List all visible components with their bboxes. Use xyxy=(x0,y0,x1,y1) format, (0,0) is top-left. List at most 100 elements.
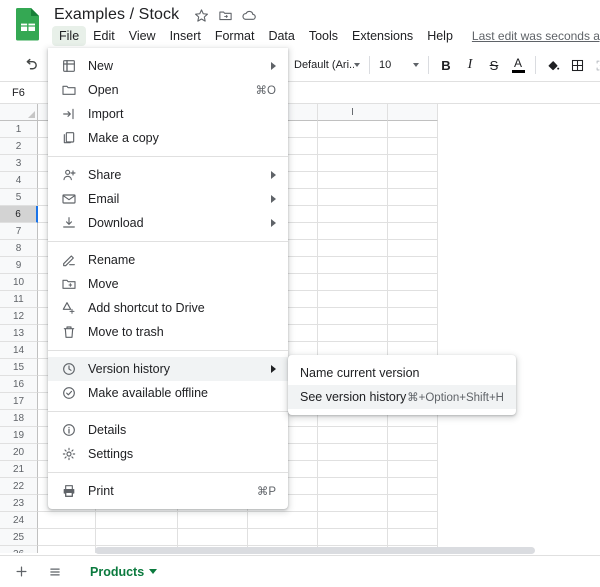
file-menu-item-add-shortcut-to-drive[interactable]: Add shortcut to Drive xyxy=(48,296,288,320)
menu-edit[interactable]: Edit xyxy=(86,26,122,46)
sheet-tab-products[interactable]: Products xyxy=(80,559,168,584)
font-size-select[interactable]: 10 xyxy=(375,53,423,77)
menu-data[interactable]: Data xyxy=(261,26,301,46)
horizontal-scrollbar-thumb[interactable] xyxy=(95,547,535,554)
file-menu-item-new[interactable]: New xyxy=(48,54,288,78)
cell[interactable] xyxy=(388,240,438,257)
cell[interactable] xyxy=(388,223,438,240)
cell[interactable] xyxy=(96,512,178,529)
font-family-select[interactable]: Default (Ari... xyxy=(290,53,364,77)
row-header-2[interactable]: 2 xyxy=(0,138,38,155)
column-header-x5[interactable] xyxy=(388,104,438,121)
row-header-25[interactable]: 25 xyxy=(0,529,38,546)
cell[interactable] xyxy=(388,291,438,308)
row-header-14[interactable]: 14 xyxy=(0,342,38,359)
row-header-6[interactable]: 6 xyxy=(0,206,38,223)
cell[interactable] xyxy=(388,189,438,206)
cell[interactable] xyxy=(388,206,438,223)
row-header-16[interactable]: 16 xyxy=(0,376,38,393)
cell[interactable] xyxy=(318,257,388,274)
row-header-13[interactable]: 13 xyxy=(0,325,38,342)
row-header-22[interactable]: 22 xyxy=(0,478,38,495)
row-header-9[interactable]: 9 xyxy=(0,257,38,274)
menu-tools[interactable]: Tools xyxy=(302,26,345,46)
row-header-15[interactable]: 15 xyxy=(0,359,38,376)
row-header-4[interactable]: 4 xyxy=(0,172,38,189)
cell[interactable] xyxy=(318,274,388,291)
file-menu-item-version-history[interactable]: Version history xyxy=(48,357,288,381)
row-header-23[interactable]: 23 xyxy=(0,495,38,512)
cell[interactable] xyxy=(248,529,318,546)
row-header-20[interactable]: 20 xyxy=(0,444,38,461)
file-menu-item-move[interactable]: Move xyxy=(48,272,288,296)
google-sheets-logo[interactable] xyxy=(14,7,42,41)
cell[interactable] xyxy=(318,138,388,155)
cell[interactable] xyxy=(388,257,438,274)
cell[interactable] xyxy=(178,512,248,529)
row-header-3[interactable]: 3 xyxy=(0,155,38,172)
move-to-folder-icon[interactable] xyxy=(215,5,235,25)
row-header-19[interactable]: 19 xyxy=(0,427,38,444)
cell[interactable] xyxy=(318,478,388,495)
cell[interactable] xyxy=(318,444,388,461)
cell[interactable] xyxy=(318,291,388,308)
file-menu-item-share[interactable]: Share xyxy=(48,163,288,187)
cell[interactable] xyxy=(388,138,438,155)
cell[interactable] xyxy=(318,155,388,172)
merge-cells-button[interactable] xyxy=(589,53,600,77)
cell[interactable] xyxy=(318,121,388,138)
cell[interactable] xyxy=(248,512,318,529)
fill-color-button[interactable] xyxy=(541,53,565,77)
cell[interactable] xyxy=(96,529,178,546)
file-menu-item-move-to-trash[interactable]: Move to trash xyxy=(48,320,288,344)
cell[interactable] xyxy=(388,478,438,495)
cell[interactable] xyxy=(388,461,438,478)
cell[interactable] xyxy=(318,461,388,478)
cell[interactable] xyxy=(388,529,438,546)
cell[interactable] xyxy=(318,206,388,223)
row-header-24[interactable]: 24 xyxy=(0,512,38,529)
cell[interactable] xyxy=(318,172,388,189)
bold-button[interactable]: B xyxy=(434,53,458,77)
cell[interactable] xyxy=(318,308,388,325)
cell[interactable] xyxy=(388,308,438,325)
file-menu-item-download[interactable]: Download xyxy=(48,211,288,235)
strikethrough-button[interactable]: S xyxy=(482,53,506,77)
cell[interactable] xyxy=(38,529,96,546)
cell[interactable] xyxy=(318,240,388,257)
row-header-11[interactable]: 11 xyxy=(0,291,38,308)
last-edit-status[interactable]: Last edit was seconds ago xyxy=(472,29,600,43)
row-header-1[interactable]: 1 xyxy=(0,121,38,138)
borders-button[interactable] xyxy=(565,53,589,77)
row-header-7[interactable]: 7 xyxy=(0,223,38,240)
cell[interactable] xyxy=(388,274,438,291)
cell[interactable] xyxy=(318,325,388,342)
cell[interactable] xyxy=(388,495,438,512)
submenu-item-name-current-version[interactable]: Name current version xyxy=(288,361,516,385)
row-header-21[interactable]: 21 xyxy=(0,461,38,478)
menu-file[interactable]: File xyxy=(52,26,87,46)
file-menu-item-make-a-copy[interactable]: Make a copy xyxy=(48,126,288,150)
chevron-down-icon[interactable] xyxy=(149,569,158,574)
menu-view[interactable]: View xyxy=(122,26,163,46)
cell[interactable] xyxy=(318,223,388,240)
cell[interactable] xyxy=(388,427,438,444)
cell[interactable] xyxy=(318,427,388,444)
row-header-8[interactable]: 8 xyxy=(0,240,38,257)
file-menu-item-rename[interactable]: Rename xyxy=(48,248,288,272)
cell[interactable] xyxy=(388,325,438,342)
plus-icon[interactable] xyxy=(8,559,34,585)
row-header-10[interactable]: 10 xyxy=(0,274,38,291)
cell[interactable] xyxy=(178,529,248,546)
document-title[interactable]: Examples / Stock xyxy=(52,4,181,26)
row-header-12[interactable]: 12 xyxy=(0,308,38,325)
italic-button[interactable]: I xyxy=(458,53,482,77)
column-header-I[interactable]: I xyxy=(318,104,388,121)
row-header-26[interactable]: 26 xyxy=(0,546,38,553)
menu-help[interactable]: Help xyxy=(420,26,460,46)
star-icon[interactable] xyxy=(191,5,211,25)
cell[interactable] xyxy=(318,512,388,529)
file-menu-item-email[interactable]: Email xyxy=(48,187,288,211)
menu-insert[interactable]: Insert xyxy=(163,26,208,46)
file-menu-item-print[interactable]: Print ⌘P xyxy=(48,479,288,503)
